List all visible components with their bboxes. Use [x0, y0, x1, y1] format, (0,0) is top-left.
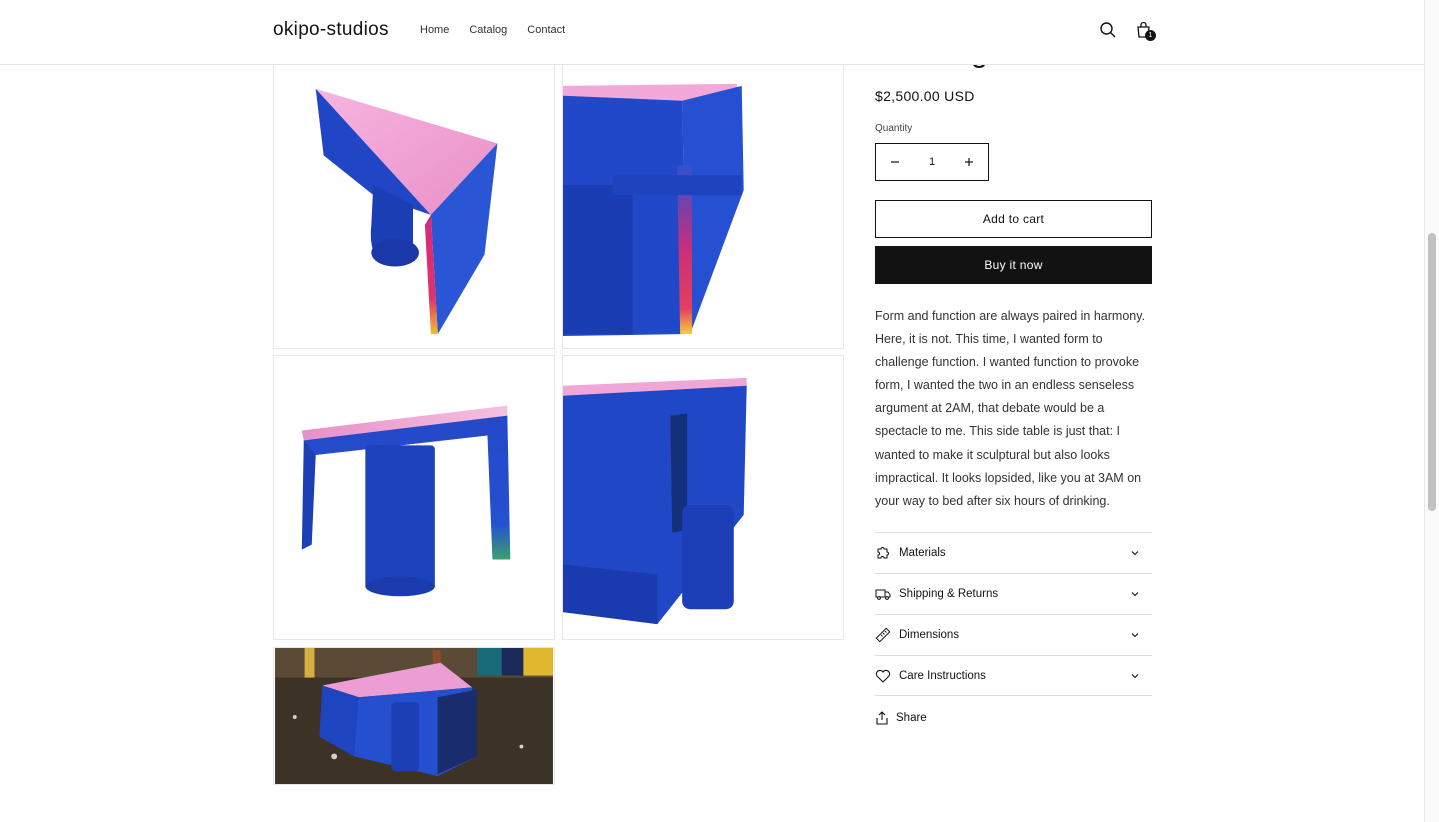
nav-contact[interactable]: Contact — [527, 24, 565, 36]
share-button[interactable]: Share — [875, 711, 927, 725]
product-image-5[interactable] — [273, 647, 555, 785]
accordion-materials[interactable]: Materials — [875, 532, 1152, 573]
quantity-decrease-button[interactable] — [876, 144, 914, 180]
site-header: okipo-studios Home Catalog Contact 1 — [0, 0, 1424, 65]
product-image-3[interactable] — [273, 355, 555, 640]
accordion-label: Care Instructions — [899, 669, 986, 682]
cart-count-badge: 1 — [1145, 30, 1156, 41]
nav-catalog[interactable]: Catalog — [469, 24, 507, 36]
quantity-input[interactable]: 1 — [914, 156, 950, 168]
accordion-label: Materials — [899, 547, 946, 559]
side-table-image — [315, 88, 498, 335]
quantity-label: Quantity — [875, 123, 913, 134]
side-table-image — [301, 405, 511, 597]
chevron-down-icon — [1131, 551, 1139, 556]
accordion-shipping-returns[interactable]: Shipping & Returns — [875, 573, 1152, 614]
product-image-4[interactable] — [562, 355, 844, 640]
side-table-image — [563, 83, 744, 337]
chevron-down-icon — [1131, 633, 1139, 638]
accordion-label: Dimensions — [899, 629, 960, 641]
share-icon — [876, 711, 888, 725]
main-nav: Home Catalog Contact — [420, 24, 565, 36]
ruler-icon — [875, 627, 891, 643]
accordion-care-instructions[interactable]: Care Instructions — [875, 655, 1152, 696]
product-accordion: Materials Shipping & Returns Dimensions … — [875, 532, 1152, 696]
nav-home[interactable]: Home — [420, 24, 449, 36]
site-logo[interactable]: okipo-studios — [273, 19, 389, 41]
truck-icon — [875, 589, 891, 600]
product-description: Form and function are always paired in h… — [875, 309, 1146, 508]
chevron-down-icon — [1131, 673, 1139, 678]
product-image-1[interactable] — [273, 55, 555, 349]
product-image-2[interactable] — [562, 55, 844, 349]
product-price: $2,500.00 USD — [875, 88, 975, 104]
puzzle-icon — [877, 547, 889, 559]
quantity-increase-button[interactable] — [950, 144, 988, 180]
share-label: Share — [896, 712, 927, 724]
minus-icon — [891, 161, 899, 163]
plus-icon — [965, 158, 973, 166]
add-to-cart-button[interactable]: Add to cart — [875, 200, 1152, 238]
studio-photo-image — [275, 648, 553, 784]
accordion-label: Shipping & Returns — [899, 588, 999, 600]
side-table-image — [563, 377, 747, 625]
quantity-stepper: 1 — [875, 143, 989, 181]
buy-now-button[interactable]: Buy it now — [875, 246, 1152, 284]
chevron-down-icon — [1131, 592, 1139, 597]
scrollbar-thumb[interactable] — [1428, 233, 1436, 511]
search-icon[interactable] — [1098, 20, 1118, 40]
heart-icon — [875, 669, 891, 683]
accordion-dimensions[interactable]: Dimensions — [875, 614, 1152, 655]
